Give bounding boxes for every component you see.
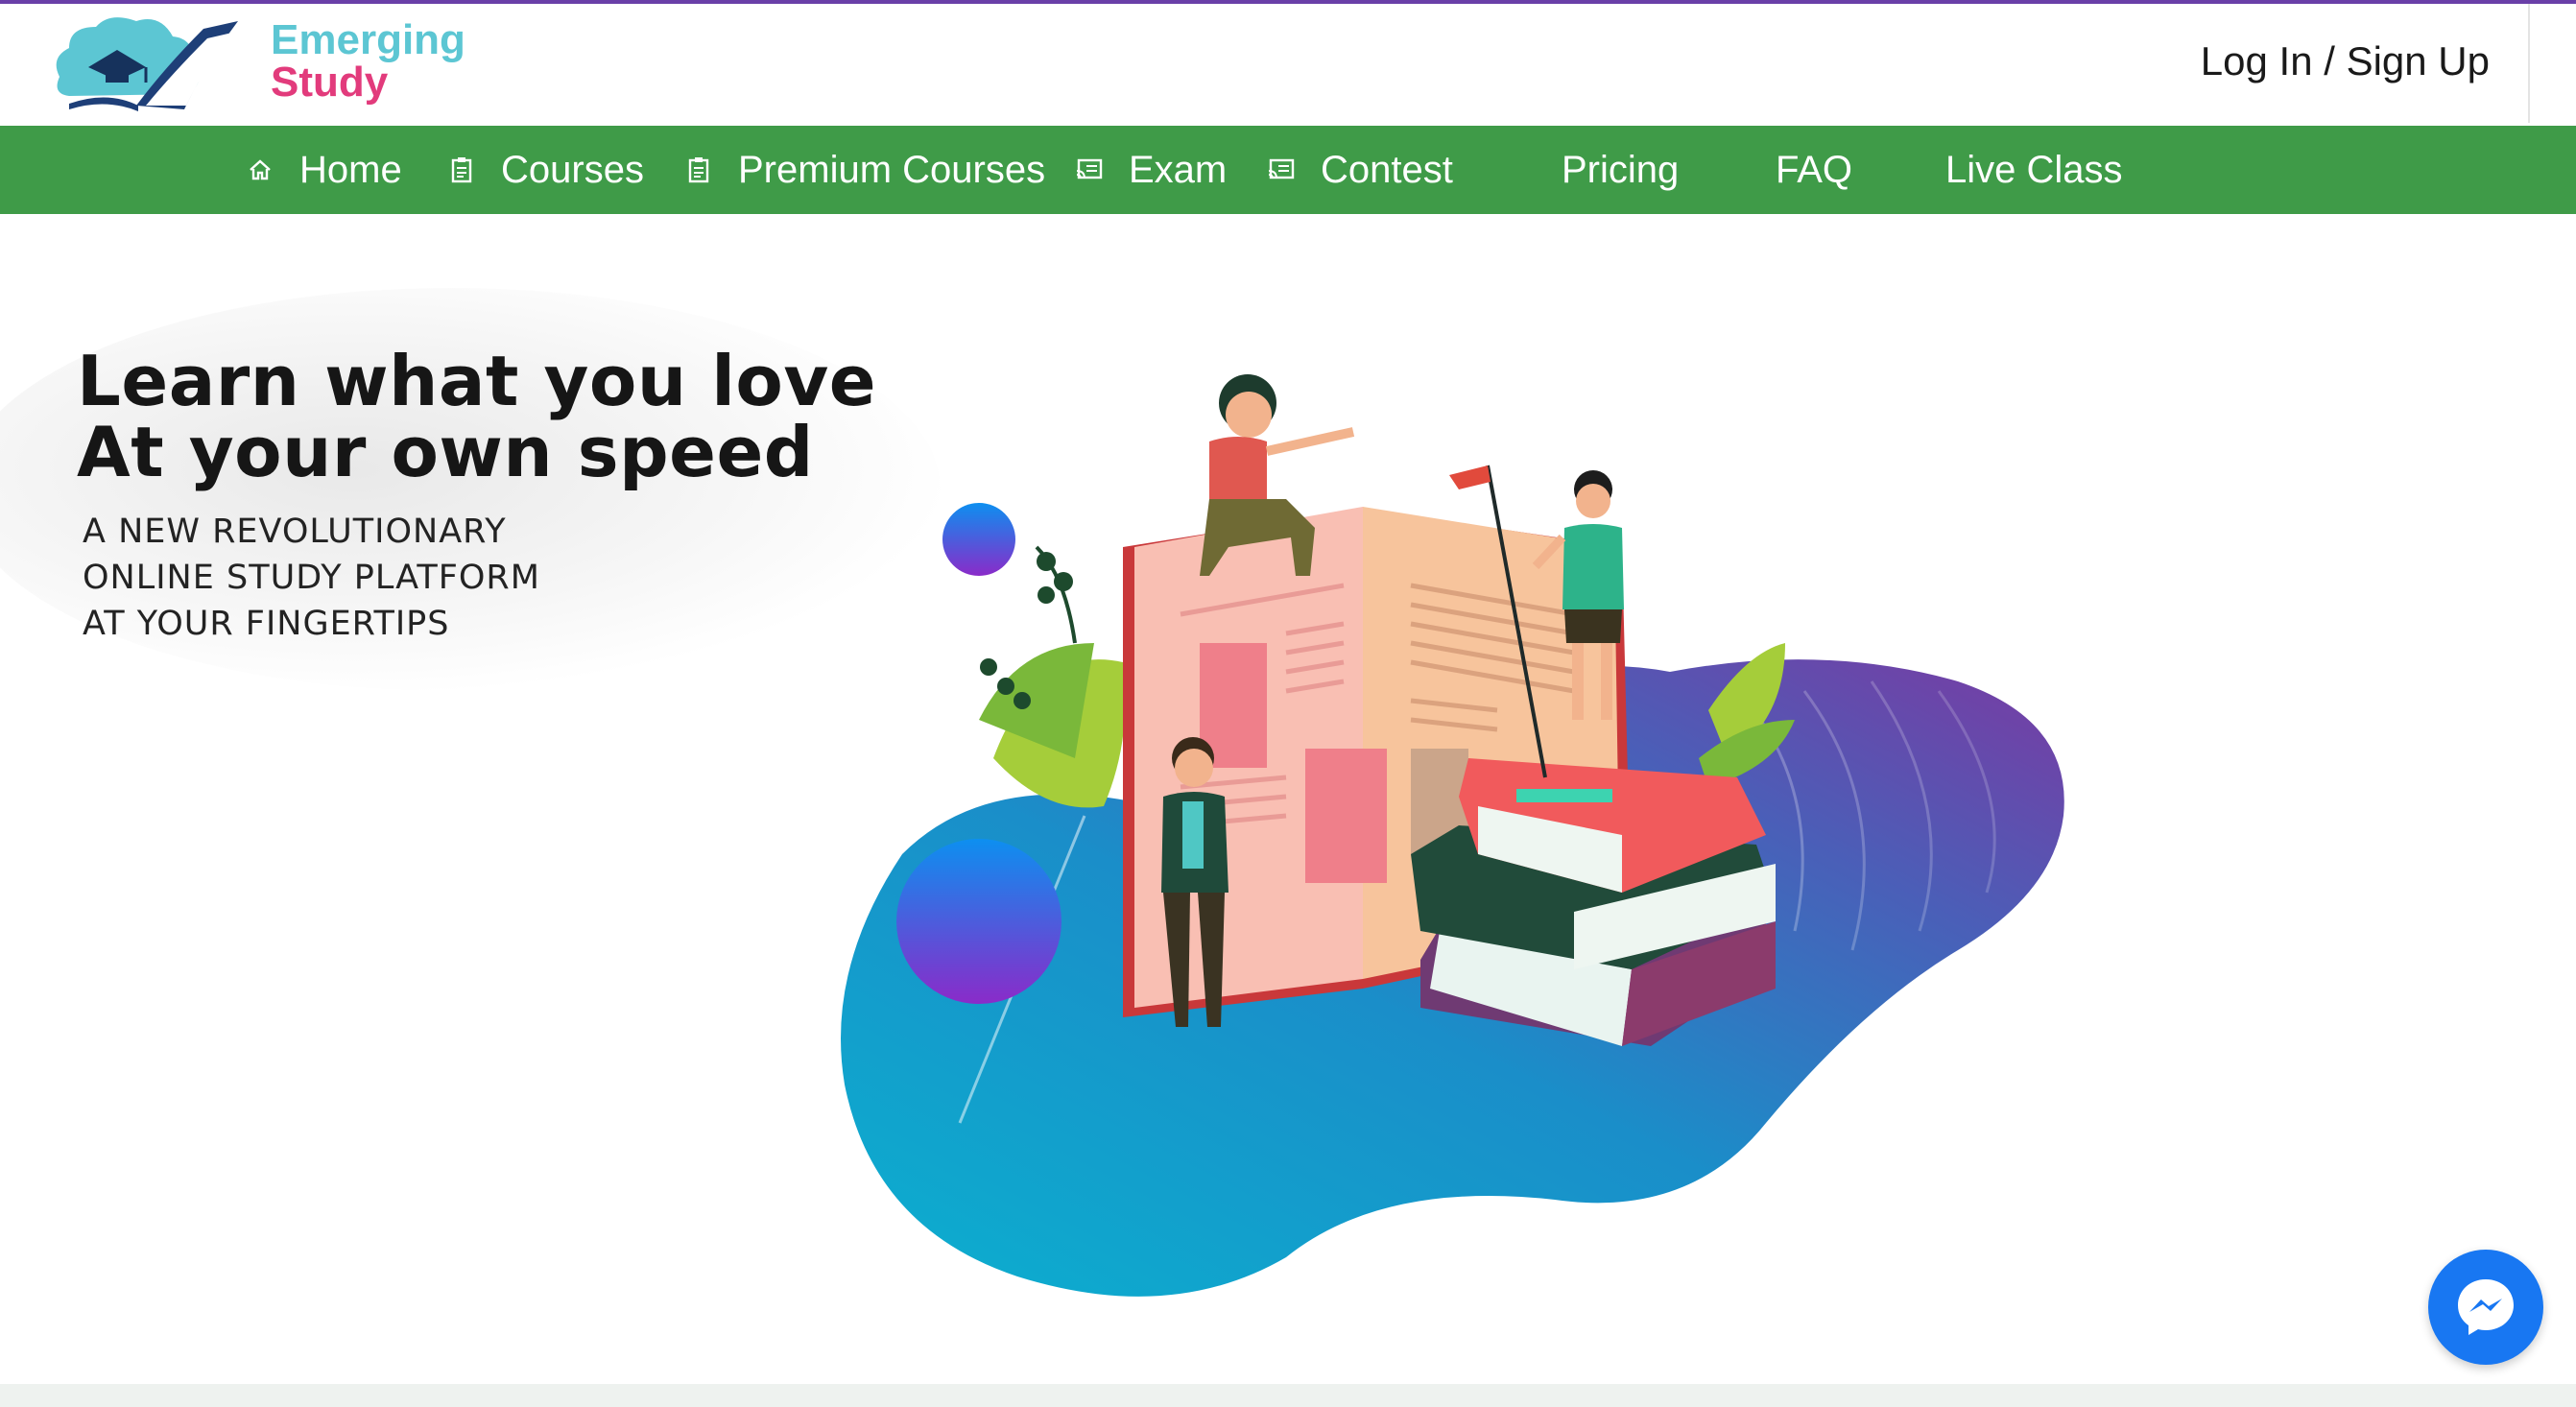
main-nav: Home Courses Premium Courses Exam Contes… xyxy=(0,126,2576,214)
logo-wordmark: Emerging Study xyxy=(271,19,465,104)
messenger-chat-button[interactable] xyxy=(2428,1250,2543,1365)
nav-label: Courses xyxy=(501,148,644,191)
nav-label: FAQ xyxy=(1776,148,1853,191)
decor-ball-small xyxy=(942,503,1015,576)
hero-subtitle: A NEW REVOLUTIONARY ONLINE STUDY PLATFOR… xyxy=(83,509,540,647)
header: Emerging Study Log In / Sign Up xyxy=(0,4,2576,126)
nav-item-faq[interactable]: FAQ xyxy=(1776,126,1852,214)
nav-label: Exam xyxy=(1129,148,1228,191)
hero-subtitle-line-3: AT YOUR FINGERTIPS xyxy=(83,605,450,643)
messenger-icon xyxy=(2458,1279,2514,1335)
nav-item-premium-courses[interactable]: Premium Courses xyxy=(684,126,1045,214)
home-icon xyxy=(246,155,274,184)
hero-subtitle-line-1: A NEW REVOLUTIONARY xyxy=(83,513,507,551)
nav-label: Live Class xyxy=(1945,148,2123,191)
hero-illustration xyxy=(841,374,2064,1297)
cast-icon xyxy=(1267,155,1296,184)
login-signup-link[interactable]: Log In / Sign Up xyxy=(2201,38,2490,84)
nav-item-home[interactable]: Home xyxy=(246,126,402,214)
nav-item-live-class[interactable]: Live Class xyxy=(1945,126,2123,214)
nav-label: Pricing xyxy=(1562,148,1680,191)
clipboard-icon xyxy=(447,155,476,184)
nav-label: Home xyxy=(299,148,402,191)
page: Emerging Study Log In / Sign Up Home Cou… xyxy=(0,0,2576,1407)
footer-strip xyxy=(0,1384,2576,1407)
cast-icon xyxy=(1075,155,1104,184)
nav-item-exam[interactable]: Exam xyxy=(1075,126,1227,214)
scrollbar-edge xyxy=(2528,4,2530,123)
decor-ball-large xyxy=(896,839,1061,1004)
logo-line-1: Emerging xyxy=(271,16,465,63)
nav-label: Premium Courses xyxy=(738,148,1046,191)
nav-item-courses[interactable]: Courses xyxy=(447,126,644,214)
hero-subtitle-line-2: ONLINE STUDY PLATFORM xyxy=(83,559,540,597)
nav-label: Contest xyxy=(1321,148,1453,191)
hero-title-line-2: At your own speed xyxy=(77,412,814,492)
logo-book-icon xyxy=(56,17,238,111)
site-logo[interactable]: Emerging Study xyxy=(50,10,465,117)
nav-item-contest[interactable]: Contest xyxy=(1267,126,1453,214)
nav-item-pricing[interactable]: Pricing xyxy=(1562,126,1679,214)
hero-title: Learn what you love At your own speed xyxy=(77,346,876,488)
logo-line-2: Study xyxy=(271,59,389,106)
hero-title-line-1: Learn what you love xyxy=(77,341,877,421)
clipboard-icon xyxy=(684,155,713,184)
